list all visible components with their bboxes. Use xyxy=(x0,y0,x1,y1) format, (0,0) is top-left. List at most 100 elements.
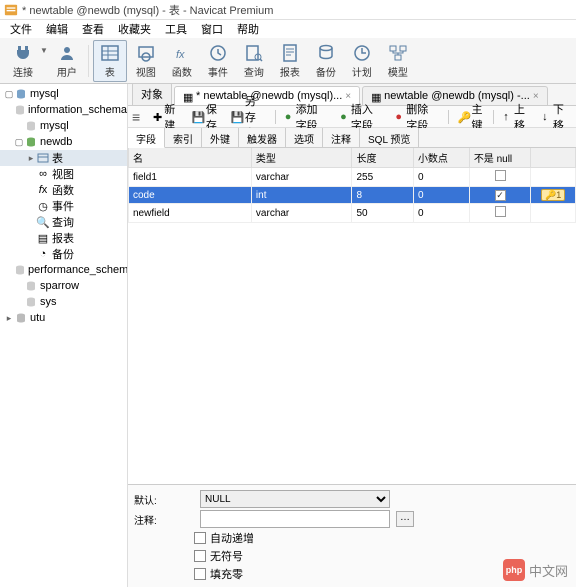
col-notnull[interactable]: 不是 null xyxy=(469,148,530,168)
notnull-checkbox[interactable] xyxy=(495,170,506,181)
menu-edit[interactable]: 编辑 xyxy=(40,20,74,38)
close-icon[interactable]: × xyxy=(533,91,539,102)
subtab-index[interactable]: 索引 xyxy=(165,128,202,147)
tree-db-performance[interactable]: performance_schema xyxy=(0,262,127,278)
tree-db-information-schema[interactable]: information_schema xyxy=(0,102,127,118)
col-length[interactable]: 长度 xyxy=(352,148,413,168)
tree-backups[interactable]: ◔备份 xyxy=(0,246,127,262)
subtab-sql[interactable]: SQL 预览 xyxy=(360,128,419,147)
model-icon xyxy=(388,43,408,63)
table-button[interactable]: 表 xyxy=(93,40,127,82)
unsigned-label: 无符号 xyxy=(210,548,243,564)
table-row[interactable]: field1varchar2550 xyxy=(129,168,576,187)
tree-tables[interactable]: ▸表 xyxy=(0,150,127,166)
subtab-trigger[interactable]: 触发器 xyxy=(239,128,286,147)
action-bar: ≡ ✚新建 💾保存 💾另存为 ●添加字段 ●插入字段 ●删除字段 🔑主键 ↑上移… xyxy=(128,106,576,128)
default-label: 默认: xyxy=(134,492,194,507)
backup-icon xyxy=(316,43,336,63)
subtab-fk[interactable]: 外键 xyxy=(202,128,239,147)
function-button[interactable]: fx 函数 xyxy=(165,40,199,82)
menu-view[interactable]: 查看 xyxy=(76,20,110,38)
titlebar: * newtable @newdb (mysql) - 表 - Navicat … xyxy=(0,0,576,20)
user-button[interactable]: 用户 xyxy=(50,40,84,82)
comment-input[interactable] xyxy=(200,510,390,528)
table-small-icon xyxy=(36,151,50,165)
tree-connection-utu[interactable]: ▸utu xyxy=(0,310,127,326)
saveas-icon: 💾 xyxy=(231,111,243,123)
auto-increment-checkbox[interactable] xyxy=(194,532,206,544)
grid-header: 名 类型 长度 小数点 不是 null xyxy=(129,148,576,168)
event-button[interactable]: 事件 xyxy=(201,40,235,82)
delete-icon: ● xyxy=(395,111,404,123)
tree-db-sys[interactable]: sys xyxy=(0,294,127,310)
backup-button[interactable]: 备份 xyxy=(309,40,343,82)
new-icon: ✚ xyxy=(153,111,162,123)
menu-tools[interactable]: 工具 xyxy=(159,20,193,38)
menu-file[interactable]: 文件 xyxy=(4,20,38,38)
connect-button[interactable]: 连接 xyxy=(6,40,40,82)
function-icon: fx xyxy=(172,43,192,63)
separator xyxy=(448,110,449,124)
menubar: 文件 编辑 查看 收藏夹 工具 窗口 帮助 xyxy=(0,20,576,38)
fields-grid[interactable]: 名 类型 长度 小数点 不是 null field1varchar2550cod… xyxy=(128,148,576,484)
db-grey-icon xyxy=(24,279,38,293)
subtab-fields[interactable]: 字段 xyxy=(128,128,165,148)
main-toolbar: 连接 ▼ 用户 表 视图 fx 函数 事件 查询 报表 备份 计划 模型 xyxy=(0,38,576,84)
db-icon xyxy=(14,311,28,325)
insert-icon: ● xyxy=(340,111,349,123)
query-button[interactable]: 查询 xyxy=(237,40,271,82)
hamburger-icon[interactable]: ≡ xyxy=(132,109,144,125)
col-decimals[interactable]: 小数点 xyxy=(413,148,469,168)
tree-reports[interactable]: ▤报表 xyxy=(0,230,127,246)
add-icon: ● xyxy=(285,111,294,123)
separator xyxy=(88,45,89,77)
zerofill-checkbox[interactable] xyxy=(194,568,206,580)
view-small-icon: ∞ xyxy=(36,167,50,181)
dropdown-icon[interactable]: ▼ xyxy=(40,46,48,55)
default-select[interactable]: NULL xyxy=(200,490,390,508)
col-type[interactable]: 类型 xyxy=(251,148,352,168)
col-name[interactable]: 名 xyxy=(129,148,252,168)
tree-db-newdb[interactable]: ▢newdb xyxy=(0,134,127,150)
fx-small-icon: fx xyxy=(36,183,50,197)
tree-db-mysql[interactable]: mysql xyxy=(0,118,127,134)
content-area: 对象 ▦ * newtable @newdb (mysql)... × ▦ ne… xyxy=(128,84,576,587)
unsigned-checkbox[interactable] xyxy=(194,550,206,562)
comment-label: 注释: xyxy=(134,512,194,527)
table-row[interactable]: newfieldvarchar500 xyxy=(129,204,576,223)
watermark: php 中文网 xyxy=(503,559,568,581)
notnull-checkbox[interactable] xyxy=(495,206,506,217)
user-icon xyxy=(57,43,77,63)
subtab-comment[interactable]: 注释 xyxy=(323,128,360,147)
model-button[interactable]: 模型 xyxy=(381,40,415,82)
window-title: * newtable @newdb (mysql) - 表 - Navicat … xyxy=(22,2,273,18)
separator xyxy=(493,110,494,124)
tree-db-sparrow[interactable]: sparrow xyxy=(0,278,127,294)
tree-connection[interactable]: ▢mysql xyxy=(0,86,127,102)
plug-icon xyxy=(13,43,33,63)
menu-fav[interactable]: 收藏夹 xyxy=(112,20,157,38)
notnull-checkbox[interactable]: ✓ xyxy=(495,190,506,201)
db-icon xyxy=(14,87,28,101)
tree-functions[interactable]: fx函数 xyxy=(0,182,127,198)
tree-events[interactable]: ◷事件 xyxy=(0,198,127,214)
tree-views[interactable]: ∞视图 xyxy=(0,166,127,182)
plan-button[interactable]: 计划 xyxy=(345,40,379,82)
view-button[interactable]: 视图 xyxy=(129,40,163,82)
auto-increment-label: 自动递增 xyxy=(210,530,254,546)
subtab-options[interactable]: 选项 xyxy=(286,128,323,147)
php-badge-icon: php xyxy=(503,559,525,581)
key-icon: 🔑 xyxy=(458,111,470,123)
sidebar: ▢mysql information_schema mysql ▢newdb ▸… xyxy=(0,84,128,587)
menu-window[interactable]: 窗口 xyxy=(195,20,229,38)
designer-tabs: 字段 索引 外键 触发器 选项 注释 SQL 预览 xyxy=(128,128,576,148)
report-button[interactable]: 报表 xyxy=(273,40,307,82)
col-key[interactable] xyxy=(531,148,576,168)
table-row[interactable]: codeint80✓🔑1 xyxy=(129,187,576,204)
backup-small-icon: ◔ xyxy=(36,247,50,261)
zerofill-label: 填充零 xyxy=(210,566,243,582)
tree-queries[interactable]: 🔍查询 xyxy=(0,214,127,230)
ellipsis-button[interactable]: … xyxy=(396,511,414,527)
menu-help[interactable]: 帮助 xyxy=(231,20,265,38)
down-icon: ↓ xyxy=(542,111,551,123)
